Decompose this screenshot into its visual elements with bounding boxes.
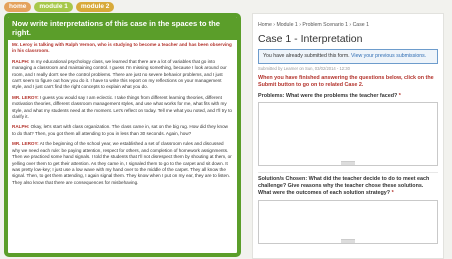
required-marker: *	[398, 92, 401, 99]
dialogue-text: I guess you would say I am eclectic. I t…	[12, 94, 232, 120]
divider	[258, 172, 438, 174]
solutions-question-text: Solution/s Chosen: What did the teacher …	[258, 176, 430, 197]
form-instruction: When you have finished answering the que…	[258, 75, 434, 89]
previous-submissions-link[interactable]: View your previous submissions.	[351, 53, 426, 59]
dialogue-text: At the beginning of the school year, we …	[12, 141, 232, 185]
module-tabs: home module 1 module 2	[4, 2, 115, 13]
notice-text: You have already submitted this form.	[263, 53, 352, 59]
problems-question-label: Problems: What were the problems the tea…	[258, 93, 438, 100]
transcript-paragraph: RALPH: Okay, let's start with class orga…	[12, 124, 233, 137]
interpretation-form-panel: Home › Module 1 › Problem Scenario 1 › C…	[252, 13, 444, 259]
resize-grip[interactable]	[341, 161, 355, 166]
problems-answer-field[interactable]	[258, 102, 438, 167]
dialogue-text: Okay, let's start with class organizatio…	[12, 124, 228, 136]
required-marker: *	[391, 190, 394, 197]
transcript-intro: Mr. Leroy is talking with Ralph Vernon, …	[12, 42, 232, 54]
resize-grip[interactable]	[341, 238, 355, 243]
dialogue-text: In my educational psychology class, we l…	[12, 58, 227, 90]
transcript-header: Now write interpretations of this case i…	[8, 17, 237, 40]
page-title: Case 1 - Interpretation	[258, 33, 363, 45]
transcript-paragraph: MR. LEROY: I guess you would say I am ec…	[12, 95, 233, 121]
speaker-label: RALPH:	[12, 124, 30, 130]
speaker-label: MR. LEROY:	[12, 94, 39, 100]
tab-home[interactable]: home	[4, 2, 32, 12]
solutions-answer-field[interactable]	[258, 199, 438, 244]
speaker-label: RALPH:	[12, 58, 30, 64]
tab-module-2[interactable]: module 2	[75, 2, 115, 12]
case-transcript-panel: Now write interpretations of this case i…	[4, 13, 241, 257]
transcript-body: Mr. Leroy is talking with Ralph Vernon, …	[8, 40, 237, 186]
transcript-paragraph: MR. LEROY: At the beginning of the schoo…	[12, 141, 233, 186]
solutions-question-label: Solution/s Chosen: What did the teacher …	[258, 176, 438, 198]
problems-question-text: Problems: What were the problems the tea…	[258, 92, 398, 99]
speaker-label: MR. LEROY:	[12, 141, 39, 147]
submission-notice: You have already submitted this form. Vi…	[258, 49, 438, 64]
breadcrumb[interactable]: Home › Module 1 › Problem Scenario 1 › C…	[258, 22, 438, 28]
submitted-by-text: Submitted by Learner on Sun, 03/02/2014 …	[258, 66, 350, 71]
transcript-paragraph: RALPH: In my educational psychology clas…	[12, 59, 233, 91]
tab-module-1[interactable]: module 1	[34, 2, 73, 12]
